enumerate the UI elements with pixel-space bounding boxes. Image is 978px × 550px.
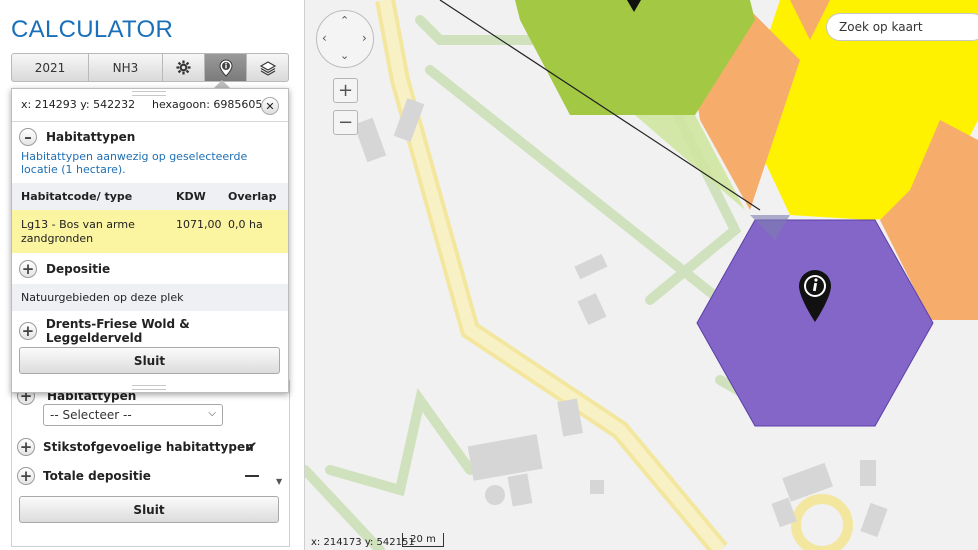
habitat-select-value: -- Selecteer -- (50, 408, 132, 422)
zoom-out-button[interactable]: − (333, 110, 358, 135)
habitat-description: Habitattypen aanwezig op geselecteerde l… (21, 150, 248, 176)
habitat-table-header: Habitatcode/ type KDW Overlap (12, 183, 288, 210)
depositie-section-header[interactable]: + Depositie (19, 260, 110, 278)
popup-bottom-handle[interactable] (132, 385, 166, 390)
stikstof-row: + Stikstofgevoelige habitattypen (17, 438, 254, 456)
map-view[interactable]: ⌃ ⌄ ‹ › + − (305, 0, 978, 550)
col-overlap: Overlap (228, 190, 277, 203)
zoom-in-button[interactable]: + (333, 78, 358, 103)
cell-overlap: 0,0 ha (228, 218, 263, 231)
close-popup-button[interactable]: Sluit (19, 347, 280, 374)
divider (12, 121, 288, 122)
scroll-arrow-icon[interactable]: ▼ (276, 477, 282, 486)
map-search-placeholder: Zoek op kaart (839, 20, 923, 34)
table-row[interactable]: Lg13 - Bos van arme zandgronden 1071,00 … (12, 210, 288, 253)
pan-right-icon[interactable]: › (362, 31, 367, 45)
scale-bar: 20 m (402, 533, 444, 547)
pan-left-icon[interactable]: ‹ (322, 31, 327, 45)
collapse-icon[interactable]: – (19, 128, 37, 146)
cell-kdw: 1071,00 (176, 218, 222, 231)
layer-panel: + Habitattypen -- Selecteer -- ⌵ + Stiks… (11, 380, 290, 547)
dash-icon[interactable] (245, 475, 259, 477)
pan-up-icon[interactable]: ⌃ (340, 14, 349, 27)
area-section-title: Drents-Friese Wold & Leggelderveld (45, 317, 190, 345)
col-kdw: KDW (176, 190, 206, 203)
popup-top-handle[interactable] (132, 91, 166, 96)
expand-totale-button[interactable]: + (17, 467, 35, 485)
expand-icon[interactable]: + (19, 322, 37, 340)
pan-control[interactable]: ⌃ ⌄ ‹ › (316, 10, 374, 68)
map-search-input[interactable]: Zoek op kaart (826, 13, 978, 41)
pan-down-icon[interactable]: ⌄ (340, 49, 349, 62)
natuur-heading: Natuurgebieden op deze plek (12, 284, 288, 311)
info-popup: x: 214293 y: 542232 hexagoon: 6985605 ✕ … (11, 88, 289, 393)
chevron-down-icon: ⌵ (208, 408, 216, 419)
totale-row: + Totale depositie (17, 467, 151, 485)
col-habitat-type: Habitatcode/ type (21, 190, 133, 203)
app-title: CALCULATOR (11, 16, 174, 43)
expand-stikstof-button[interactable]: + (17, 438, 35, 456)
expand-icon[interactable]: + (19, 260, 37, 278)
checkmark-icon[interactable]: ✔ (245, 438, 258, 456)
popup-caret (214, 80, 230, 88)
tab-substance[interactable]: NH3 (89, 54, 163, 81)
totale-label: Totale depositie (43, 469, 151, 483)
tab-settings[interactable] (163, 54, 205, 81)
cursor-coords: x: 214173 y: 542151 (311, 537, 415, 548)
sidebar: CALCULATOR 2021 NH3 + Habitattypen -- Se… (0, 0, 305, 550)
stikstof-label: Stikstofgevoelige habitattypen (43, 440, 254, 454)
close-panel-button[interactable]: Sluit (19, 496, 279, 523)
cell-habitat-type: Lg13 - Bos van arme zandgronden (21, 218, 135, 245)
tab-info[interactable] (205, 54, 247, 81)
close-icon[interactable]: ✕ (261, 97, 279, 115)
tab-layers[interactable] (247, 54, 288, 81)
roundabout (791, 494, 853, 550)
habitat-section-title: Habitattypen (46, 130, 136, 144)
gear-icon (176, 60, 191, 75)
map-canvas[interactable] (305, 0, 978, 550)
tab-bar: 2021 NH3 (11, 53, 289, 82)
natuur-label: Natuurgebieden op deze plek (21, 291, 184, 304)
info-pin-icon (218, 58, 233, 77)
layers-icon (259, 60, 276, 76)
depositie-section-title: Depositie (46, 262, 111, 276)
area-section-header[interactable]: + Drents-Friese Wold & Leggelderveld (19, 317, 288, 345)
habitat-select[interactable]: -- Selecteer -- ⌵ (43, 404, 223, 426)
habitat-section-header[interactable]: – Habitattypen (19, 128, 135, 146)
popup-coords: x: 214293 y: 542232 (21, 98, 136, 111)
popup-hexagon-id: hexagoon: 6985605 (152, 98, 263, 111)
tab-year[interactable]: 2021 (12, 54, 89, 81)
